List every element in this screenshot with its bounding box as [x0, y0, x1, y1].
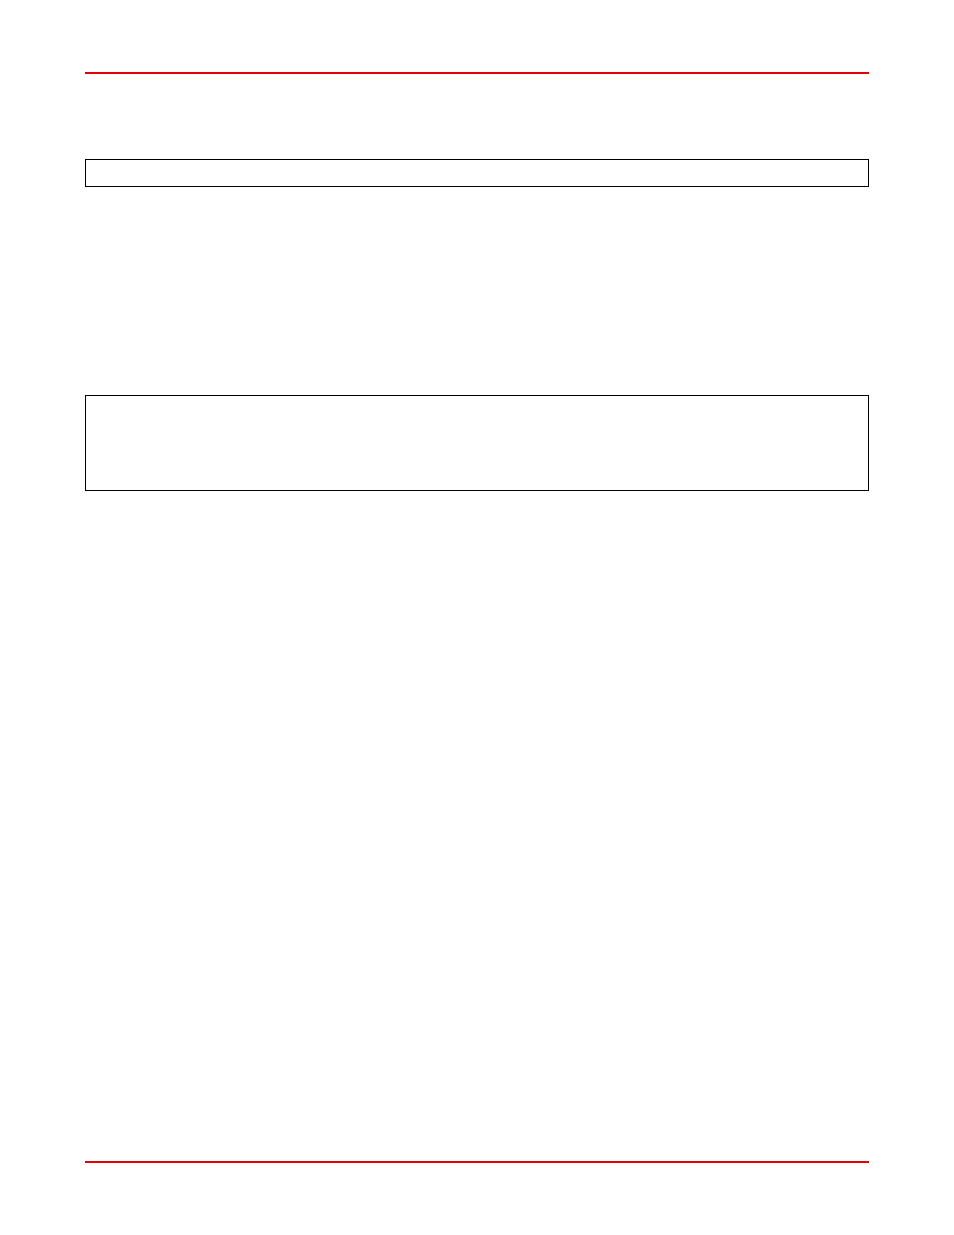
header-rule [85, 72, 869, 74]
document-page [0, 0, 954, 1235]
framed-box-large [85, 395, 869, 491]
footer-rule [85, 1161, 869, 1163]
framed-box-small [85, 159, 869, 187]
